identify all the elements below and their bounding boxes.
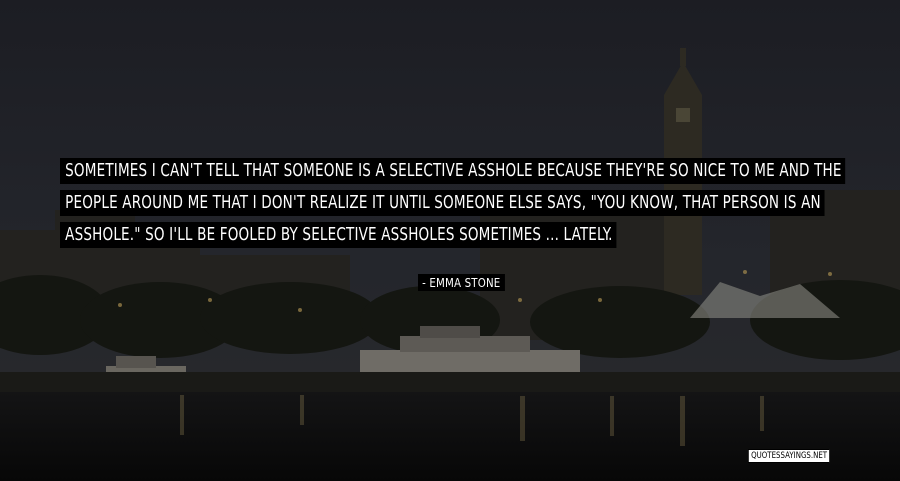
quote-line: people around me that I don't realize it… xyxy=(60,190,840,216)
quote-text: Sometimes I can't tell that someone is a… xyxy=(60,158,846,254)
quote-line: Sometimes I can't tell that someone is a… xyxy=(60,158,846,184)
site-watermark: quotessayings.net xyxy=(748,449,831,463)
quote-image: Sometimes I can't tell that someone is a… xyxy=(0,0,900,481)
quote-line: asshole." So I'll be fooled by selective… xyxy=(60,222,840,248)
quote-author: - Emma Stone xyxy=(418,274,505,291)
